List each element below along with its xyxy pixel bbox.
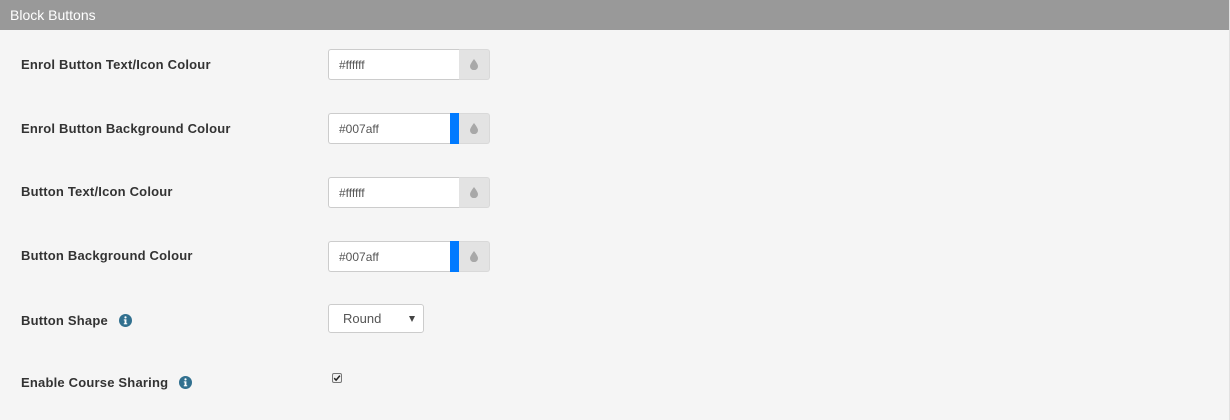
field-label: Button Text/Icon Colour xyxy=(21,184,173,199)
colour-swatch xyxy=(450,113,459,144)
drop-icon xyxy=(470,251,478,262)
colour-picker-button[interactable] xyxy=(459,177,490,208)
enrol-text-colour-input[interactable] xyxy=(328,49,450,80)
course-sharing-label-group: Enable Course Sharing xyxy=(21,375,193,390)
colour-swatch xyxy=(450,49,459,80)
drop-icon xyxy=(470,123,478,134)
colour-picker-button[interactable] xyxy=(459,241,490,272)
field-label: Enrol Button Text/Icon Colour xyxy=(21,57,211,72)
info-circle-icon[interactable] xyxy=(179,376,193,389)
enrol-background-colour-group xyxy=(328,113,490,144)
drop-icon xyxy=(470,187,478,198)
colour-picker-button[interactable] xyxy=(459,113,490,144)
select-value: Round xyxy=(343,311,382,326)
button-background-colour-group xyxy=(328,241,490,272)
field-label: Enable Course Sharing xyxy=(21,375,169,390)
colour-swatch xyxy=(450,241,459,272)
course-sharing-checkbox[interactable] xyxy=(332,373,342,383)
field-label: Button Shape xyxy=(21,313,108,328)
colour-swatch xyxy=(450,177,459,208)
enrol-text-colour-group xyxy=(328,49,490,80)
chevron-down-icon xyxy=(409,316,415,322)
info-circle-icon[interactable] xyxy=(118,314,132,327)
enrol-background-colour-input[interactable] xyxy=(328,113,450,144)
button-background-colour-input[interactable] xyxy=(328,241,450,272)
checkmark-icon xyxy=(333,375,341,382)
field-label: Button Background Colour xyxy=(21,248,193,263)
button-text-colour-input[interactable] xyxy=(328,177,450,208)
button-text-colour-group xyxy=(328,177,490,208)
block-buttons-panel: Block Buttons Enrol Button Text/Icon Col… xyxy=(0,0,1230,420)
field-label: Enrol Button Background Colour xyxy=(21,121,231,136)
drop-icon xyxy=(470,59,478,70)
button-shape-label-group: Button Shape xyxy=(21,313,132,328)
button-shape-select[interactable]: Round xyxy=(328,304,424,333)
panel-title: Block Buttons xyxy=(0,0,1229,30)
colour-picker-button[interactable] xyxy=(459,49,490,80)
